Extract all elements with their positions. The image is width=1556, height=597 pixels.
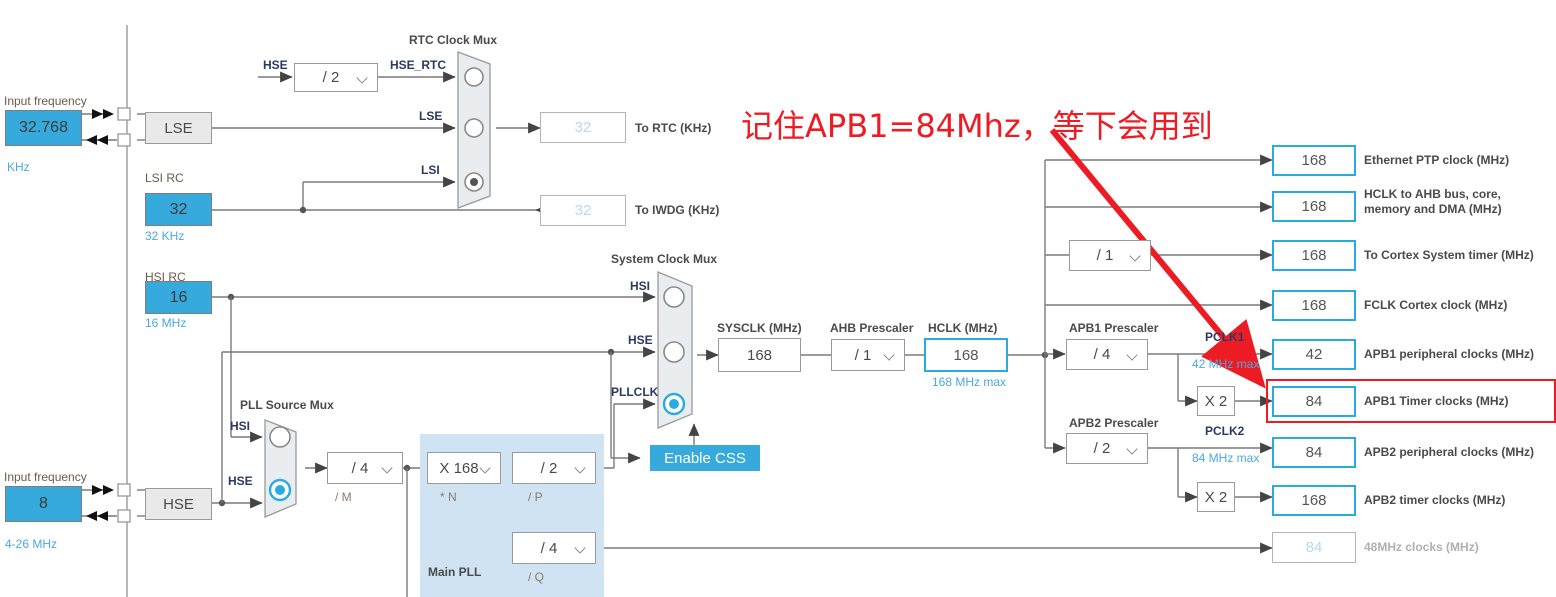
apb2-prescaler-select[interactable]: / 2 [1066,433,1148,464]
hclk-max-label: 168 MHz max [932,375,1007,389]
output-label-2: To Cortex System timer (MHz) [1364,248,1534,262]
lsi-rc-label: LSI RC [145,171,184,185]
output-value-7: 168 [1272,485,1356,516]
sysclk-mux-input-label-1: HSE [628,333,653,347]
pll-n-label: * N [440,490,457,504]
sysclk-mux-input-label-0: HSI [630,279,651,293]
pll-q-label: / Q [528,570,545,584]
chevron-down-icon [1130,250,1142,262]
rtc-hse-divider-value: / 2 [322,69,340,86]
pclk2-max-label: 84 MHz max [1192,451,1260,465]
output-label-3: FCLK Cortex clock (MHz) [1364,298,1508,312]
hclk-value: 168 [924,338,1008,372]
output-value-4: 42 [1272,339,1356,370]
chevron-down-icon [1127,349,1139,361]
pll-source-mux-input-label-1: HSE [228,474,253,488]
sysclk-mux-input-label-2: PLLCLK [611,385,659,399]
pclk1-label: PCLK1 [1205,330,1245,344]
hse-oscillator[interactable]: HSE [145,488,212,520]
pclk1-max-label: 42 MHz max [1192,357,1260,371]
pll-m-value: / 4 [351,459,369,477]
pll-n-select[interactable]: X 168 [427,452,501,484]
rtc-mux-input-label-2: LSI [421,163,440,177]
output-value-6: 84 [1272,437,1356,468]
hse-unit-label: 4-26 MHz [5,537,58,551]
rtc-mux-input-label-1: LSE [419,109,443,123]
pll-q-select[interactable]: / 4 [512,532,596,564]
ahb-prescaler-value: / 1 [854,346,872,364]
output-value-8: 84 [1272,532,1356,563]
chevron-down-icon [382,462,394,474]
output-value-1: 168 [1272,191,1356,222]
lse-oscillator[interactable]: LSE [145,112,212,144]
pll-p-value: / 2 [540,459,558,477]
chevron-down-icon [480,462,492,474]
cortex-prescaler-select[interactable]: / 1 [1069,240,1151,271]
annotation-text: 记住APB1=84Mhz，等下会用到 [741,107,1213,145]
hsi-rc-value[interactable]: 16 [145,281,212,314]
output-value-3: 168 [1272,290,1356,321]
hse-input-frequency-label: Input frequency [4,470,87,484]
output-label-0: Ethernet PTP clock (MHz) [1364,153,1510,167]
output-label-7: APB2 timer clocks (MHz) [1364,493,1506,507]
pll-n-value: X 168 [439,459,479,477]
rtc-mux-input-label-0: HSE_RTC [390,58,447,72]
sysclk-label: SYSCLK (MHz) [717,321,802,335]
hsi-unit-label: 16 MHz [145,316,187,330]
chevron-down-icon [575,542,587,554]
apb1-prescaler-select[interactable]: / 4 [1066,339,1148,370]
system-clock-mux-shape [657,271,693,429]
ahb-prescaler-select[interactable]: / 1 [831,339,905,371]
output-value-0: 168 [1272,145,1356,176]
pclk2-label: PCLK2 [1205,424,1245,438]
pll-p-label: / P [528,490,543,504]
apb2-timer-multiplier: X 2 [1197,482,1235,512]
sysclk-value: 168 [718,338,801,372]
output-value-2: 168 [1272,240,1356,271]
system-clock-mux-title: System Clock Mux [611,252,718,266]
chevron-down-icon [357,72,369,84]
pll-source-mux-shape [264,419,297,518]
rtc-hse-input-label: HSE [263,58,288,72]
apb1-prescaler-label: APB1 Prescaler [1069,321,1159,335]
main-pll-title: Main PLL [428,565,482,579]
to-rtc-value: 32 [540,112,626,143]
lse-input-frequency-value[interactable]: 32.768 [5,110,82,146]
rtc-hse-divider-select[interactable]: / 2 [294,63,378,92]
output-value-5: 84 [1272,386,1356,417]
rtc-clock-mux-shape [457,51,491,209]
pll-m-select[interactable]: / 4 [327,452,403,484]
lse-unit-label: KHz [7,160,30,174]
lsi-unit-label: 32 KHz [145,229,185,243]
output-label-6: APB2 peripheral clocks (MHz) [1364,445,1535,459]
output-label-1: HCLK to AHB bus, core, memory and DMA (M… [1364,187,1502,216]
to-rtc-label: To RTC (KHz) [635,121,712,135]
chevron-down-icon [884,349,896,361]
pll-source-mux-title: PLL Source Mux [240,398,334,412]
chevron-down-icon [1127,443,1139,455]
apb2-prescaler-value: / 2 [1093,440,1111,457]
hclk-label: HCLK (MHz) [928,321,998,335]
apb1-timer-multiplier: X 2 [1197,386,1235,416]
apb2-prescaler-label: APB2 Prescaler [1069,416,1159,430]
ahb-prescaler-label: AHB Prescaler [830,321,914,335]
cortex-prescaler-value: / 1 [1096,247,1114,264]
apb1-prescaler-value: / 4 [1093,346,1111,363]
output-label-8: 48MHz clocks (MHz) [1364,540,1479,554]
chevron-down-icon [575,462,587,474]
pll-p-select[interactable]: / 2 [512,452,596,484]
hse-input-frequency-value[interactable]: 8 [5,486,82,522]
to-iwdg-value: 32 [540,195,626,226]
rtc-clock-mux-title: RTC Clock Mux [409,33,498,47]
pll-q-value: / 4 [540,539,558,557]
pll-m-label: / M [335,490,352,504]
output-label-5: APB1 Timer clocks (MHz) [1364,394,1509,408]
lse-input-frequency-label: Input frequency [4,94,87,108]
lsi-rc-value[interactable]: 32 [145,193,212,226]
pll-source-mux-input-label-0: HSI [230,419,251,433]
to-iwdg-label: To IWDG (KHz) [635,203,720,217]
enable-css-button[interactable]: Enable CSS [650,445,760,471]
clock-configuration-diagram: Input frequency 32.768 KHz LSE LSI RC 32… [0,0,1556,597]
output-label-4: APB1 peripheral clocks (MHz) [1364,347,1535,361]
